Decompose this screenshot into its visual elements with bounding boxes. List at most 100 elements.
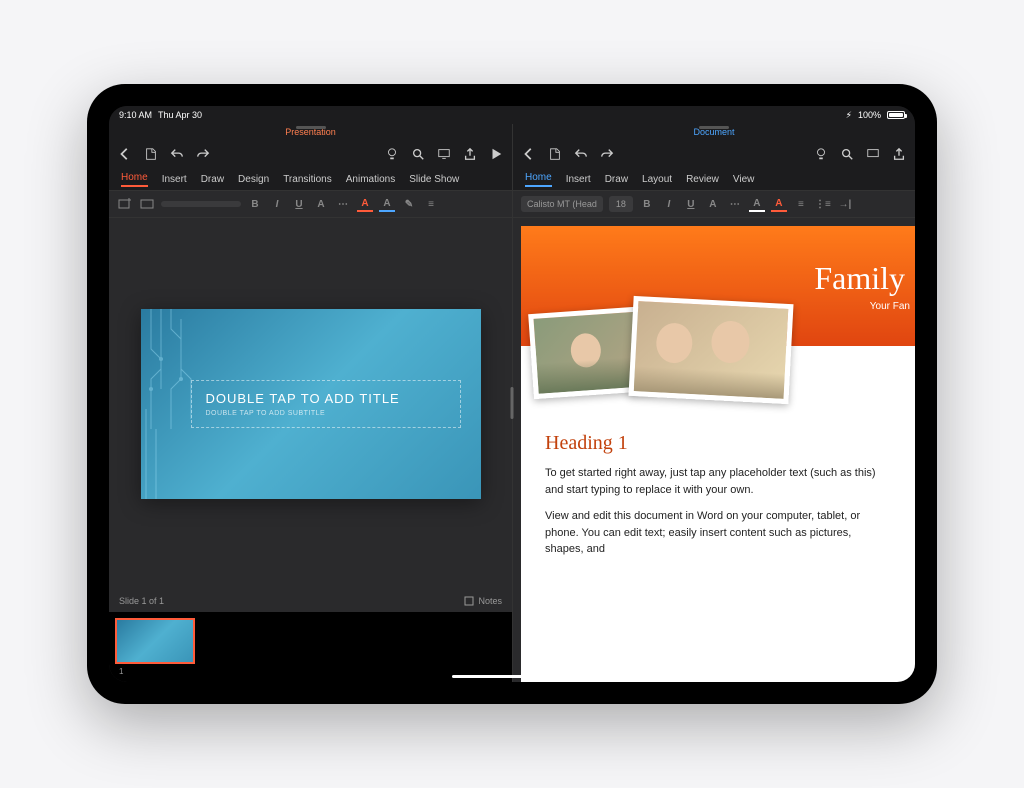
photo-2[interactable] — [628, 296, 793, 404]
share-icon[interactable] — [462, 146, 478, 162]
main-toolbar — [109, 140, 512, 168]
numbering-icon[interactable]: ⋮≡ — [815, 196, 831, 212]
document-page[interactable]: Family Your Fan — [521, 226, 915, 682]
slide-title-text: DOUBLE TAP TO ADD TITLE — [206, 391, 446, 406]
slide-1[interactable]: DOUBLE TAP TO ADD TITLE DOUBLE TAP TO AD… — [141, 309, 481, 499]
highlight-button[interactable]: A — [379, 196, 395, 212]
tab-review[interactable]: Review — [686, 174, 719, 185]
battery-percent: 100% — [858, 110, 881, 120]
heading-1[interactable]: Heading 1 — [545, 432, 891, 455]
back-icon[interactable] — [521, 146, 537, 162]
bullets-icon[interactable]: ≡ — [423, 196, 439, 212]
circuit-decoration — [141, 309, 201, 499]
bold-button[interactable]: B — [247, 196, 263, 212]
more-format-icon[interactable]: ⋯ — [727, 196, 743, 212]
tab-home[interactable]: Home — [121, 172, 148, 187]
bold-button[interactable]: B — [639, 196, 655, 212]
slide-canvas[interactable]: DOUBLE TAP TO ADD TITLE DOUBLE TAP TO AD… — [109, 218, 512, 590]
tab-design[interactable]: Design — [238, 174, 269, 185]
bullets-icon[interactable]: ≡ — [793, 196, 809, 212]
tab-home[interactable]: Home — [525, 172, 552, 187]
font-color-button[interactable]: A — [357, 196, 373, 212]
app-title-bar: Presentation — [109, 124, 512, 140]
body-paragraph-2[interactable]: View and edit this document in Word on y… — [545, 508, 891, 558]
font-color-button[interactable]: A — [771, 196, 787, 212]
notes-label: Notes — [478, 596, 502, 606]
ribbon-tabs: Home Insert Draw Layout Review View — [513, 168, 915, 190]
ipad-screen: 9:10 AM Thu Apr 30 ⚡︎ 100% Presentation — [109, 106, 915, 682]
thumbnail-strip: 1 — [109, 612, 512, 682]
tab-insert[interactable]: Insert — [566, 174, 591, 185]
play-icon[interactable] — [488, 146, 504, 162]
app-title-bar: Document — [513, 124, 915, 140]
split-view-container: Presentation — [109, 124, 915, 682]
status-date: Thu Apr 30 — [158, 110, 202, 120]
tips-icon[interactable] — [813, 146, 829, 162]
tab-layout[interactable]: Layout — [642, 174, 672, 185]
doc-title[interactable]: Family — [814, 260, 915, 297]
share-icon[interactable] — [891, 146, 907, 162]
status-time: 9:10 AM — [119, 110, 152, 120]
tab-animations[interactable]: Animations — [346, 174, 395, 185]
charging-icon: ⚡︎ — [846, 110, 852, 121]
undo-icon[interactable] — [573, 146, 589, 162]
tips-icon[interactable] — [384, 146, 400, 162]
layout-icon[interactable] — [139, 196, 155, 212]
italic-button[interactable]: I — [269, 196, 285, 212]
presenter-icon[interactable] — [436, 146, 452, 162]
strike-button[interactable]: A — [313, 196, 329, 212]
format-toolbar: B I U A ⋯ A A ✎ ≡ — [109, 190, 512, 218]
ipad-device-frame: 9:10 AM Thu Apr 30 ⚡︎ 100% Presentation — [87, 84, 937, 704]
document-canvas[interactable]: Family Your Fan — [513, 218, 915, 682]
tab-view[interactable]: View — [733, 174, 755, 185]
underline-button[interactable]: U — [291, 196, 307, 212]
back-icon[interactable] — [117, 146, 133, 162]
redo-icon[interactable] — [599, 146, 615, 162]
tab-transitions[interactable]: Transitions — [283, 174, 332, 185]
status-bar: 9:10 AM Thu Apr 30 ⚡︎ 100% — [109, 106, 915, 124]
ribbon-tabs: Home Insert Draw Design Transitions Anim… — [109, 168, 512, 190]
body-paragraph-1[interactable]: To get started right away, just tap any … — [545, 465, 891, 498]
strike-button[interactable]: A — [705, 196, 721, 212]
new-file-icon[interactable] — [547, 146, 563, 162]
battery-icon — [887, 111, 905, 119]
slide-subtitle-text: DOUBLE TAP TO ADD SUBTITLE — [206, 410, 446, 417]
slide-counter: Slide 1 of 1 — [119, 596, 164, 606]
tab-draw[interactable]: Draw — [201, 174, 224, 185]
slide-status-bar: Slide 1 of 1 Notes — [109, 590, 512, 612]
multitask-handle[interactable] — [296, 126, 326, 129]
undo-icon[interactable] — [169, 146, 185, 162]
notes-icon — [464, 596, 474, 606]
search-icon[interactable] — [839, 146, 855, 162]
tab-slideshow[interactable]: Slide Show — [409, 174, 459, 185]
underline-button[interactable]: U — [683, 196, 699, 212]
document-body[interactable]: Heading 1 To get started right away, jus… — [521, 410, 915, 590]
more-format-icon[interactable]: ⋯ — [335, 196, 351, 212]
document-app: Document — [512, 124, 915, 682]
new-slide-icon[interactable] — [117, 196, 133, 212]
font-size-selector[interactable]: 18 — [609, 196, 633, 212]
view-mode-icon[interactable] — [865, 146, 881, 162]
tab-draw[interactable]: Draw — [605, 174, 628, 185]
title-placeholder[interactable]: DOUBLE TAP TO ADD TITLE DOUBLE TAP TO AD… — [191, 380, 461, 428]
font-selector[interactable]: Calisto MT (Head — [521, 196, 603, 212]
indent-icon[interactable]: →| — [837, 196, 853, 212]
home-indicator[interactable] — [452, 675, 572, 678]
clear-format-icon[interactable]: ✎ — [401, 196, 417, 212]
presentation-app: Presentation — [109, 124, 512, 682]
split-view-divider[interactable] — [511, 387, 514, 419]
format-toolbar: Calisto MT (Head 18 B I U A ⋯ A A ≡ ⋮≡ →… — [513, 190, 915, 218]
search-icon[interactable] — [410, 146, 426, 162]
tab-insert[interactable]: Insert — [162, 174, 187, 185]
photo-collage — [521, 310, 915, 410]
italic-button[interactable]: I — [661, 196, 677, 212]
textbox-placeholder[interactable] — [161, 201, 241, 207]
new-file-icon[interactable] — [143, 146, 159, 162]
redo-icon[interactable] — [195, 146, 211, 162]
main-toolbar — [513, 140, 915, 168]
thumbnail-number: 1 — [119, 667, 123, 676]
slide-thumbnail-1[interactable]: 1 — [115, 618, 195, 664]
highlight-button[interactable]: A — [749, 196, 765, 212]
multitask-handle[interactable] — [699, 126, 729, 129]
notes-button[interactable]: Notes — [464, 596, 502, 606]
